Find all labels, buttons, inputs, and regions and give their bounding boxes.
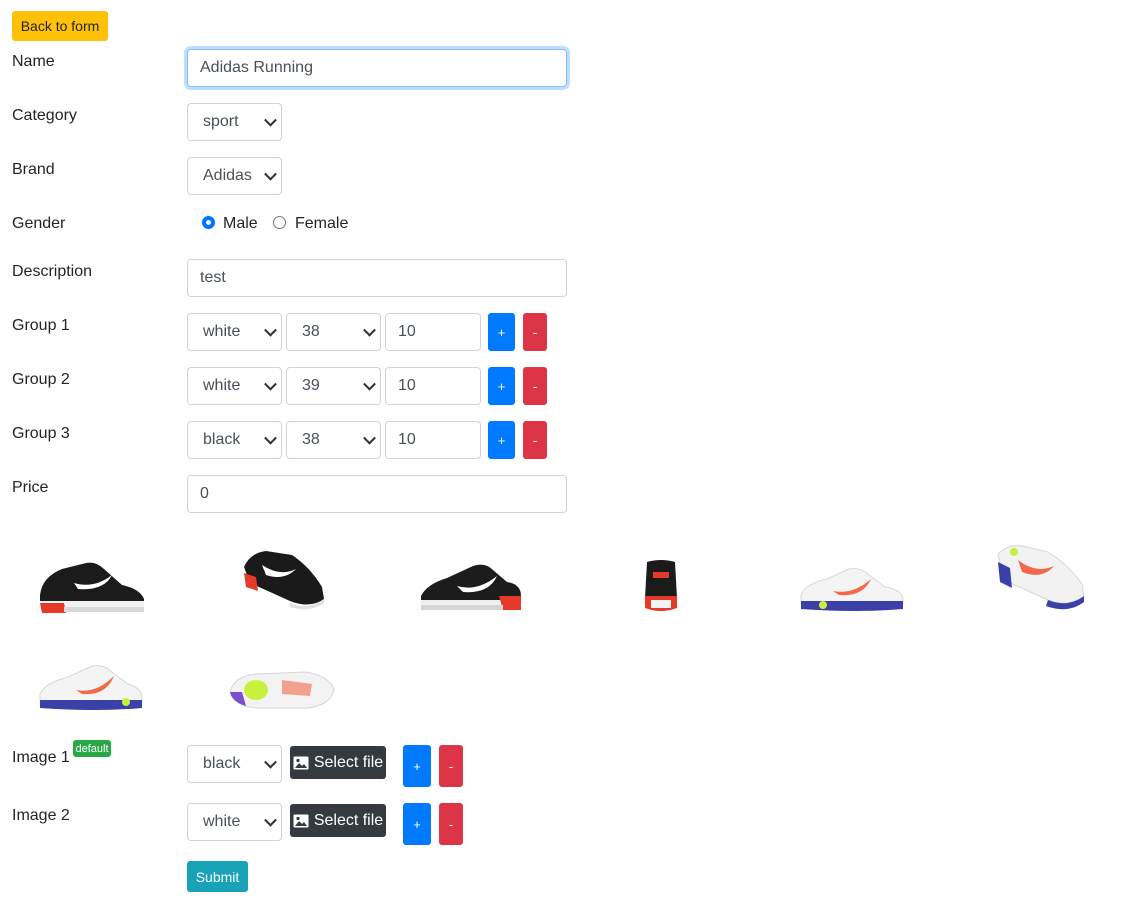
group-2-color-select[interactable]: white: [187, 367, 282, 405]
chevron-down-icon: [363, 377, 376, 391]
name-label: Name: [12, 53, 55, 70]
gender-label: Gender: [12, 215, 66, 232]
shoe-thumbnail-7: [39, 665, 143, 710]
back-to-form-button[interactable]: Back to form: [12, 11, 108, 41]
group-1-label: Group 1: [12, 317, 70, 334]
group-3-add-button[interactable]: +: [488, 421, 515, 459]
group-3-quantity-input[interactable]: 10: [385, 421, 481, 459]
group-3-label: Group 3: [12, 425, 70, 442]
group-1-size-value: 38: [302, 323, 320, 340]
gender-female-radio[interactable]: [273, 216, 286, 229]
price-input[interactable]: 0: [187, 475, 567, 513]
category-select[interactable]: sport: [187, 103, 282, 141]
chevron-down-icon: [264, 323, 277, 337]
image-2-color-select[interactable]: white: [187, 803, 282, 841]
group-2-label: Group 2: [12, 371, 70, 388]
shoe-thumbnail-4: [645, 560, 677, 611]
shoe-thumbnail-2: [244, 551, 324, 610]
name-input[interactable]: Adidas Running: [187, 49, 567, 87]
image-1-select-file-label: Select file: [313, 753, 384, 771]
image-1-label: Image 1: [12, 749, 70, 766]
chevron-down-icon: [363, 323, 376, 337]
image-icon: [293, 814, 309, 827]
group-2-size-value: 39: [302, 377, 320, 394]
group-1-size-select[interactable]: 38: [286, 313, 381, 351]
group-2-quantity-input[interactable]: 10: [385, 367, 481, 405]
image-1-select-file-button[interactable]: Select file: [290, 746, 386, 779]
image-2-select-file-button[interactable]: Select file: [290, 804, 386, 837]
image-2-add-button[interactable]: +: [403, 803, 431, 845]
group-2-color-value: white: [203, 377, 241, 394]
group-3-remove-button[interactable]: -: [523, 421, 547, 459]
brand-select-value: Adidas: [203, 167, 252, 184]
group-2-size-select[interactable]: 39: [286, 367, 381, 405]
category-select-value: sport: [203, 113, 239, 130]
image-1-add-button[interactable]: +: [403, 745, 431, 787]
chevron-down-icon: [264, 431, 277, 445]
group-3-color-select[interactable]: black: [187, 421, 282, 459]
price-label: Price: [12, 479, 49, 496]
chevron-down-icon: [264, 113, 277, 127]
image-2-remove-button[interactable]: -: [439, 803, 463, 845]
group-2-remove-button[interactable]: -: [523, 367, 547, 405]
image-2-select-file-label: Select file: [313, 811, 384, 829]
chevron-down-icon: [264, 377, 277, 391]
group-2-add-button[interactable]: +: [488, 367, 515, 405]
group-1-add-button[interactable]: +: [488, 313, 515, 351]
gender-male-radio[interactable]: [202, 216, 215, 229]
shoe-thumbnail-3: [421, 564, 521, 610]
group-1-color-select[interactable]: white: [187, 313, 282, 351]
group-3-size-value: 38: [302, 431, 320, 448]
chevron-down-icon: [264, 813, 277, 827]
brand-label: Brand: [12, 161, 55, 178]
shoe-thumbnail-8: [229, 671, 335, 709]
image-icon: [293, 756, 309, 769]
group-3-color-value: black: [203, 431, 241, 448]
gender-female-label: Female: [295, 215, 349, 232]
gender-male-label: Male: [223, 215, 258, 232]
chevron-down-icon: [264, 755, 277, 769]
group-3-size-select[interactable]: 38: [286, 421, 381, 459]
chevron-down-icon: [363, 431, 376, 445]
group-1-quantity-input[interactable]: 10: [385, 313, 481, 351]
shoe-thumbnail-6: [997, 545, 1085, 610]
group-1-remove-button[interactable]: -: [523, 313, 547, 351]
default-badge: default: [73, 740, 111, 757]
category-label: Category: [12, 107, 77, 124]
brand-select[interactable]: Adidas: [187, 157, 282, 195]
group-1-color-value: white: [203, 323, 241, 340]
image-1-remove-button[interactable]: -: [439, 745, 463, 787]
image-1-color-select[interactable]: black: [187, 745, 282, 783]
shoe-thumbnail-1: [40, 562, 144, 613]
image-2-color-value: white: [203, 813, 241, 830]
shoe-thumbnail-5: [800, 568, 904, 611]
description-input[interactable]: test: [187, 259, 567, 297]
description-label: Description: [12, 263, 93, 280]
image-2-label: Image 2: [12, 807, 70, 824]
chevron-down-icon: [264, 167, 277, 181]
image-1-color-value: black: [203, 755, 241, 772]
submit-button[interactable]: Submit: [187, 861, 248, 892]
